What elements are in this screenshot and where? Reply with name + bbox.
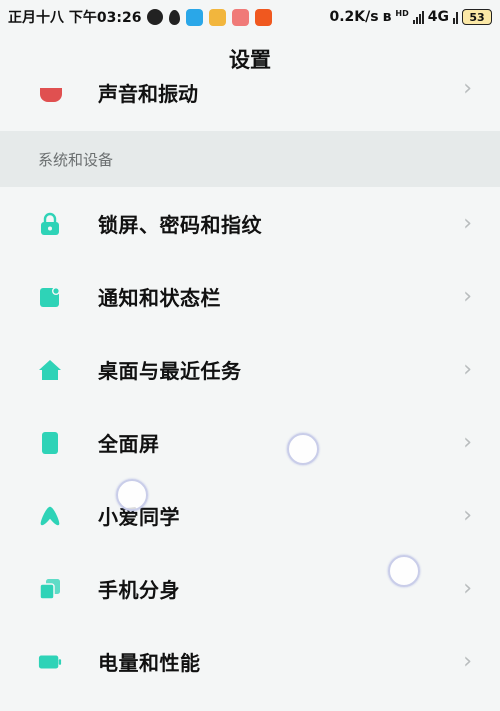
status-bar: 正月十八 下午03:26 0.2K/s ʙ HD 4G 53 [0, 0, 500, 34]
chevron-right-icon: › [463, 357, 472, 382]
settings-item-fullscreen[interactable]: 全面屏 › [0, 406, 500, 479]
notification-icon [38, 285, 62, 309]
chevron-right-icon: › [463, 211, 472, 236]
touch-indicator [116, 479, 148, 511]
settings-item-label: 通知和状态栏 [98, 286, 221, 310]
chevron-right-icon: › [463, 576, 472, 601]
drop-icon [169, 9, 181, 25]
network-type: 4G [427, 9, 449, 25]
settings-item-second-space[interactable]: 手机分身 › [0, 552, 500, 625]
globe-icon [147, 9, 164, 25]
page-title: 设置 [229, 48, 271, 72]
second-space-icon [38, 577, 62, 601]
signal-icon [412, 10, 424, 24]
network-speed: 0.2K/s [329, 9, 379, 25]
fullscreen-icon [38, 431, 62, 455]
speaker-icon [40, 88, 62, 102]
battery-icon [38, 650, 62, 674]
app-notification-icon [186, 8, 204, 26]
home-icon [38, 358, 62, 382]
settings-item-battery[interactable]: 电量和性能 › [0, 625, 500, 698]
settings-item-label: 声音和振动 [98, 82, 198, 106]
settings-item-sound[interactable]: 声音和振动 › [0, 80, 500, 130]
settings-item-notifications[interactable]: 通知和状态栏 › [0, 260, 500, 333]
app-notification-icon [255, 8, 273, 26]
settings-item-label: 锁屏、密码和指纹 [98, 213, 262, 237]
settings-item-label: 手机分身 [98, 578, 180, 602]
settings-list: 锁屏、密码和指纹 › 通知和状态栏 › 桌面与最近任务 › 全面屏 › 小爱同学… [0, 187, 500, 698]
touch-indicator [287, 433, 319, 465]
hd-label: HD [395, 9, 409, 18]
signal-icon-2 [453, 10, 458, 24]
settings-item-lockscreen[interactable]: 锁屏、密码和指纹 › [0, 187, 500, 260]
battery-indicator: 53 [462, 9, 492, 25]
touch-indicator [388, 555, 420, 587]
chevron-right-icon: › [463, 430, 472, 455]
app-notification-icon [209, 8, 227, 26]
settings-item-label: 全面屏 [98, 432, 160, 456]
chevron-right-icon: › [463, 503, 472, 528]
settings-item-xiaoai[interactable]: 小爱同学 › [0, 479, 500, 552]
xiaoai-icon [38, 504, 62, 528]
section-header: 系统和设备 [0, 131, 500, 187]
lock-icon [38, 212, 62, 236]
chevron-right-icon: › [463, 649, 472, 674]
settings-item-desktop[interactable]: 桌面与最近任务 › [0, 333, 500, 406]
bluetooth-icon: ʙ [382, 9, 392, 25]
chevron-right-icon: › [463, 80, 472, 101]
status-date-time: 正月十八 下午03:26 [8, 10, 142, 26]
chevron-right-icon: › [463, 284, 472, 309]
app-notification-icon [232, 8, 250, 26]
settings-item-label: 电量和性能 [98, 651, 201, 675]
settings-item-label: 桌面与最近任务 [98, 359, 242, 383]
